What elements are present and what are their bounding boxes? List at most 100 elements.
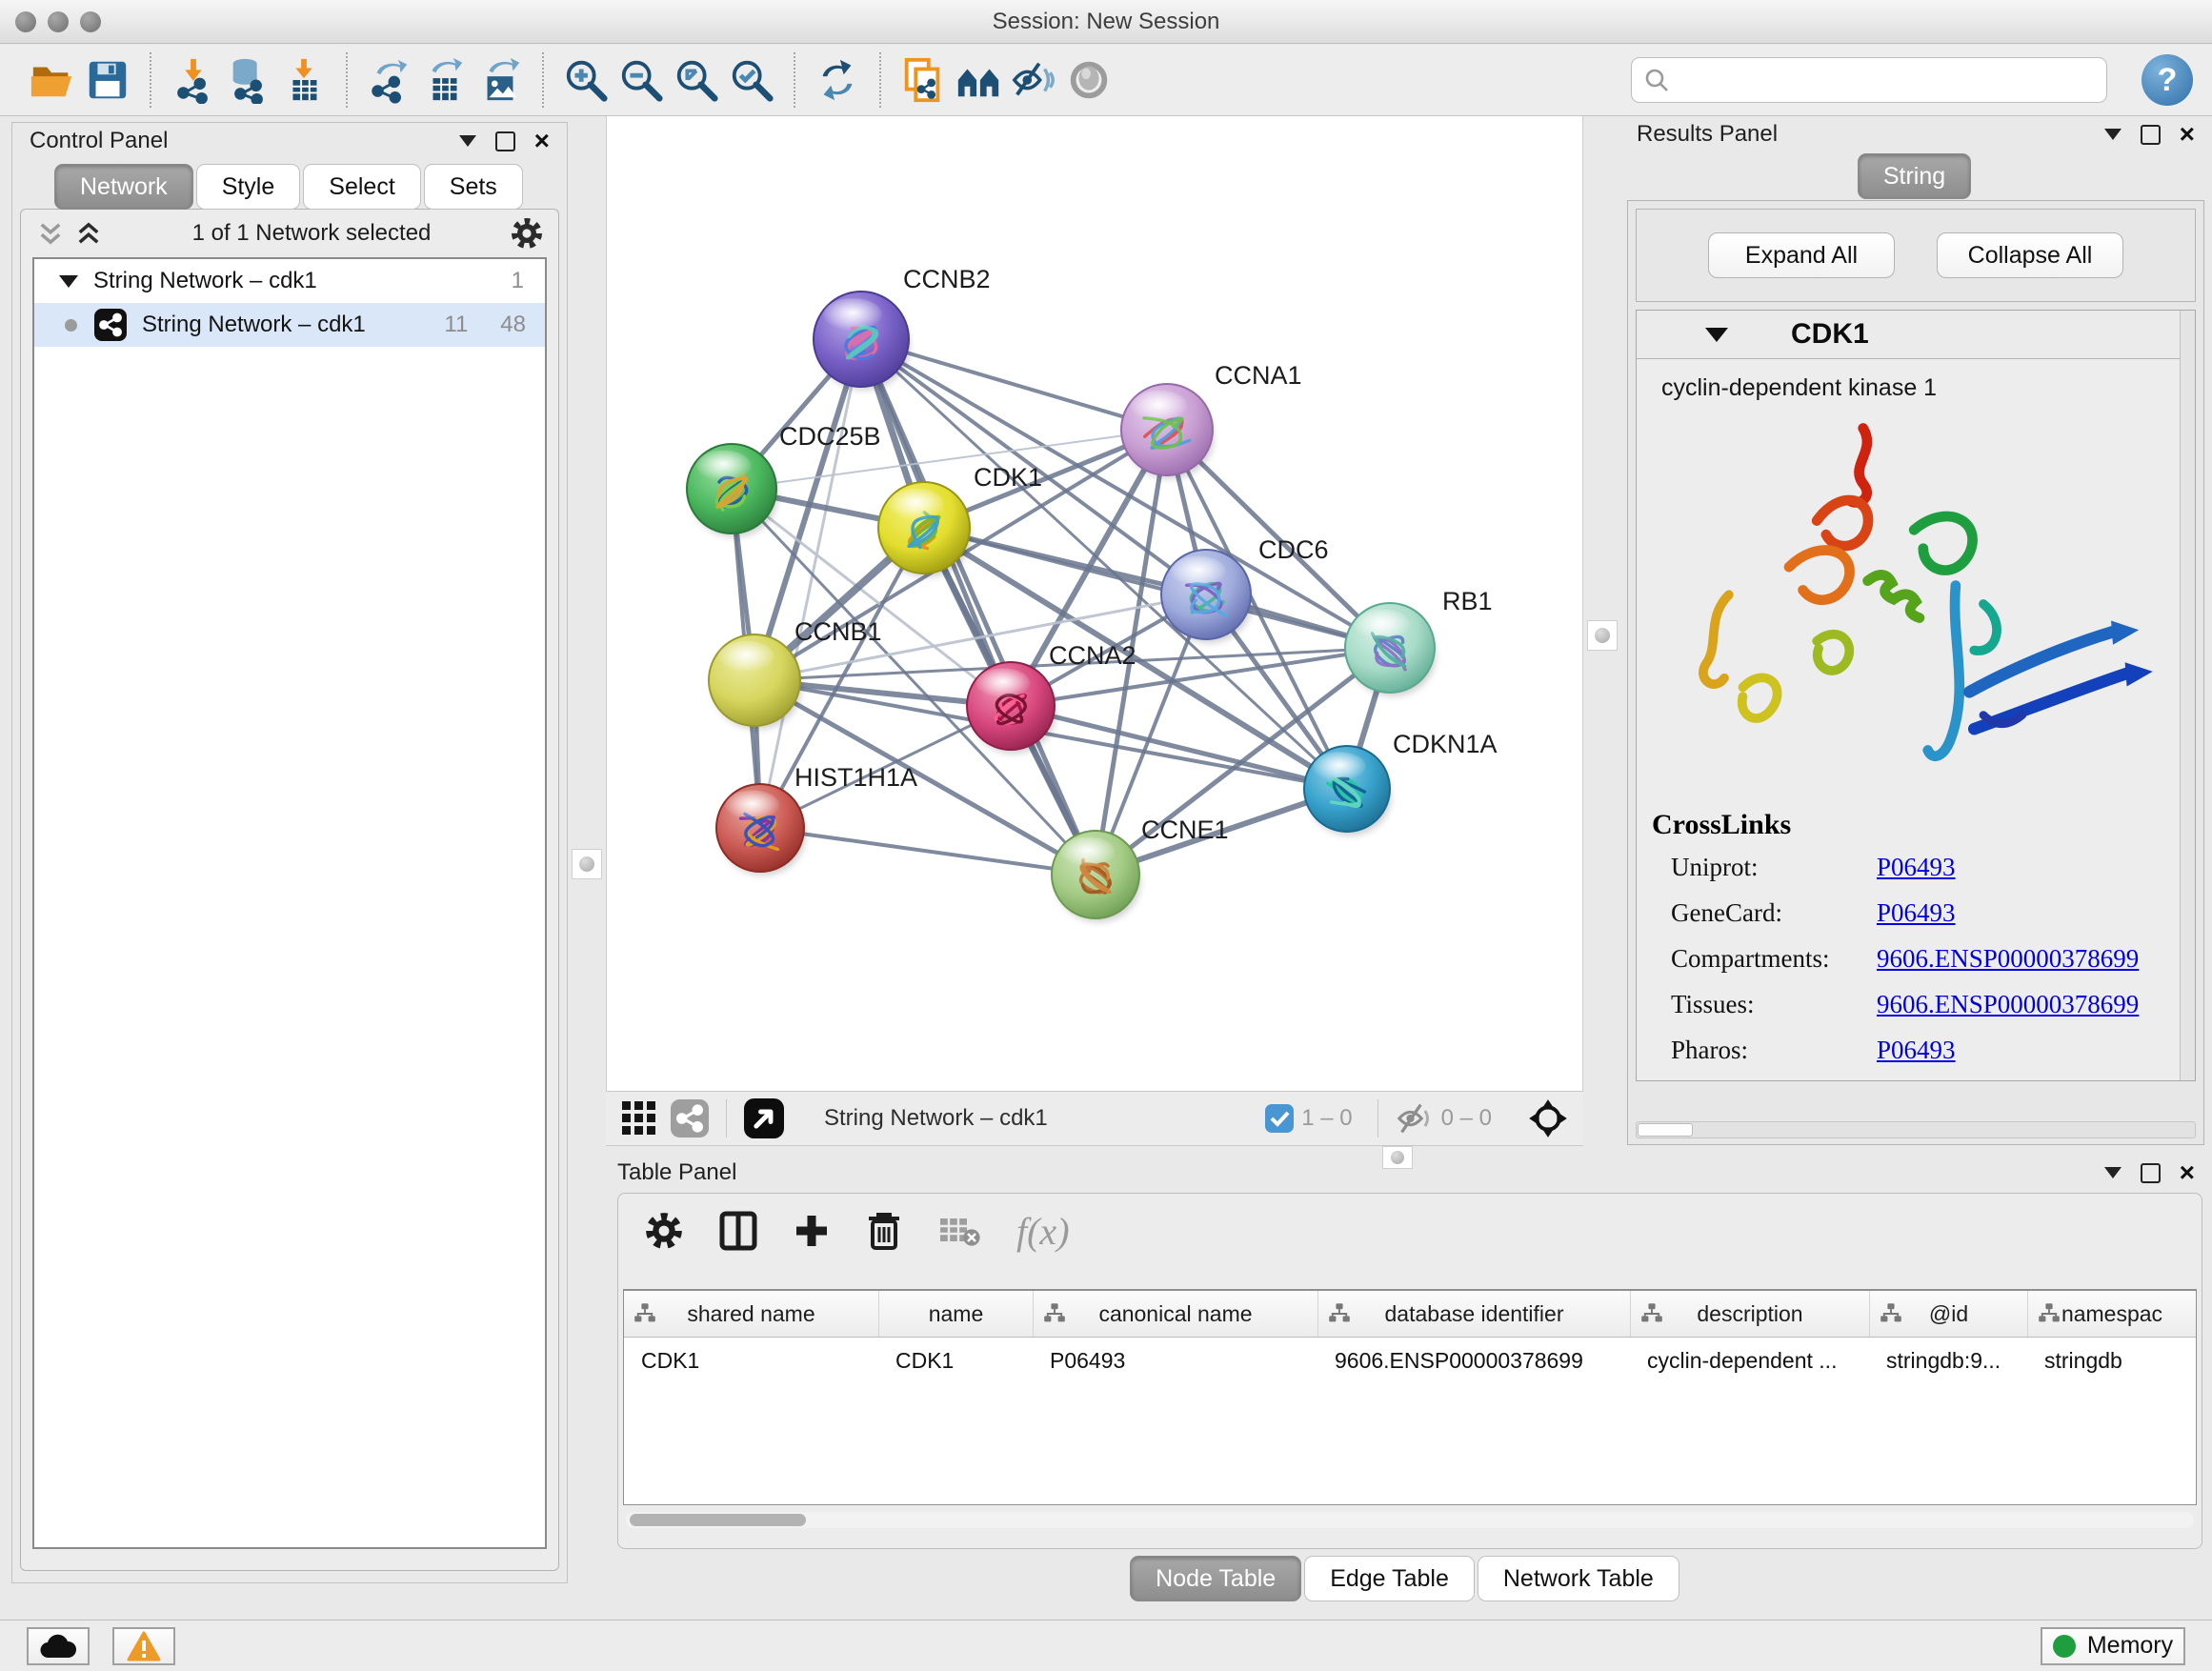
function-builder-button[interactable]: f(x): [1016, 1209, 1070, 1254]
column-header-name[interactable]: name: [878, 1291, 1033, 1337]
expand-all-icon[interactable]: [74, 219, 103, 248]
birdseye-button[interactable]: [744, 1098, 784, 1138]
window-minimize-button[interactable]: [48, 11, 69, 32]
help-button[interactable]: ?: [2142, 54, 2193, 106]
results-vertical-scrollbar[interactable]: [2180, 311, 2195, 1080]
hidden-eye-slash-icon[interactable]: [1396, 1101, 1434, 1136]
hide-panels-button[interactable]: [1006, 51, 1061, 109]
export-network-file-button[interactable]: [362, 51, 417, 109]
memory-button[interactable]: Memory: [2041, 1627, 2185, 1665]
string-network-graph[interactable]: CCNB2CCNA1CDC25BCDK1CDC6RB1CCNB1CCNA2CDK…: [607, 116, 1582, 1089]
delete-column-button[interactable]: [866, 1211, 902, 1251]
crosslink-link[interactable]: P06493: [1877, 853, 2195, 882]
column-header-shared-name[interactable]: shared name: [624, 1291, 878, 1337]
node-CDK1[interactable]: [878, 482, 971, 576]
node-HIST1H1A[interactable]: [716, 784, 805, 875]
tab-style[interactable]: Style: [196, 164, 301, 210]
clone-network-button[interactable]: [895, 51, 951, 109]
column-header-@id[interactable]: @id: [1869, 1291, 2027, 1337]
left-splitter-handle[interactable]: [572, 849, 602, 879]
panel-float-icon[interactable]: [495, 131, 515, 151]
status-bar: Memory: [0, 1620, 2212, 1671]
node-CDKN1A[interactable]: [1304, 746, 1391, 836]
crosslink-link[interactable]: P06493: [1877, 1036, 2195, 1065]
show-panels-button[interactable]: [1061, 51, 1116, 109]
tab-select[interactable]: Select: [303, 164, 420, 210]
show-columns-button[interactable]: [719, 1211, 757, 1251]
warnings-button[interactable]: [112, 1627, 175, 1665]
network-collection-row[interactable]: String Network – cdk1 1: [34, 259, 545, 303]
tab-sets[interactable]: Sets: [424, 164, 523, 210]
bottom-splitter-handle[interactable]: [1382, 1146, 1413, 1169]
edge-CCNB2-CCNE1[interactable]: [861, 339, 1096, 875]
tab-node-table[interactable]: Node Table: [1130, 1556, 1301, 1601]
tree-caret-icon[interactable]: [59, 275, 78, 288]
save-session-button[interactable]: [80, 51, 135, 109]
panel-float-icon[interactable]: [2141, 125, 2161, 145]
network-view-canvas[interactable]: CCNB2CCNA1CDC25BCDK1CDC6RB1CCNB1CCNA2CDK…: [606, 116, 1583, 1091]
apply-layout-button[interactable]: [810, 51, 865, 109]
node-RB1[interactable]: [1345, 603, 1436, 695]
crosslink-link[interactable]: P06493: [1877, 898, 2195, 928]
tab-network[interactable]: Network: [54, 164, 193, 210]
column-header-canonical-name[interactable]: canonical name: [1033, 1291, 1317, 1337]
right-splitter-handle[interactable]: [1587, 620, 1618, 651]
create-column-button[interactable]: [794, 1213, 830, 1249]
crosslink-link[interactable]: 9606.ENSP00000378699: [1877, 990, 2195, 1019]
cloud-icon: [39, 1633, 77, 1660]
panel-close-icon[interactable]: ×: [534, 131, 550, 151]
tab-edge-table[interactable]: Edge Table: [1304, 1556, 1475, 1601]
gene-entry-header[interactable]: CDK1: [1637, 311, 2195, 359]
collapse-all-icon[interactable]: [36, 219, 65, 248]
node-CCNB1[interactable]: [709, 634, 801, 729]
crosslink-link[interactable]: 9606.ENSP00000378699: [1877, 944, 2195, 974]
node-CCNA2[interactable]: [967, 662, 1056, 753]
tab-network-table[interactable]: Network Table: [1478, 1556, 1679, 1601]
zoom-in-button[interactable]: [558, 51, 613, 109]
scrollbar-thumb[interactable]: [1638, 1123, 1693, 1137]
network-view-mode-button[interactable]: [671, 1099, 709, 1137]
grid-view-button[interactable]: [621, 1100, 657, 1137]
panel-collapse-icon[interactable]: [459, 135, 476, 147]
node-CCNE1[interactable]: [1052, 831, 1140, 921]
panel-float-icon[interactable]: [2141, 1163, 2161, 1183]
panel-close-icon[interactable]: ×: [2180, 125, 2195, 144]
import-network-database-button[interactable]: [221, 51, 276, 109]
column-header-namespac[interactable]: namespac: [2027, 1291, 2196, 1337]
gear-icon[interactable]: [511, 217, 543, 250]
network-row-selected[interactable]: String Network – cdk1 11 48: [34, 303, 545, 347]
panel-collapse-icon[interactable]: [2104, 1167, 2122, 1178]
zoom-out-button[interactable]: [613, 51, 669, 109]
zoom-fit-button[interactable]: [669, 51, 724, 109]
edge-HIST1H1A-CCNE1[interactable]: [760, 828, 1096, 875]
cloud-status-button[interactable]: [27, 1627, 90, 1665]
import-table-file-button[interactable]: [276, 51, 332, 109]
open-session-button[interactable]: [25, 51, 80, 109]
panel-collapse-icon[interactable]: [2104, 129, 2122, 140]
network-edges[interactable]: [732, 339, 1390, 875]
collapse-all-button[interactable]: Collapse All: [1937, 232, 2123, 278]
node-CCNA1[interactable]: [1121, 384, 1214, 478]
table-settings-button[interactable]: [645, 1212, 683, 1250]
window-close-button[interactable]: [15, 11, 36, 32]
node-CDC25B[interactable]: [687, 444, 777, 536]
column-header-database-identifier[interactable]: database identifier: [1317, 1291, 1630, 1337]
table-row[interactable]: CDK1CDK1P064939606.ENSP00000378699cyclin…: [624, 1338, 2196, 1383]
column-header-description[interactable]: description: [1630, 1291, 1869, 1337]
scrollbar-thumb[interactable]: [630, 1514, 806, 1526]
delete-table-button[interactable]: [938, 1215, 980, 1247]
pan-mode-button[interactable]: [1528, 1098, 1568, 1138]
panel-close-icon[interactable]: ×: [2180, 1163, 2195, 1182]
zoom-selected-button[interactable]: [724, 51, 779, 109]
entry-caret-icon[interactable]: [1705, 328, 1728, 342]
tab-string[interactable]: String: [1858, 153, 1971, 199]
birdseye-toggle-button[interactable]: [951, 51, 1006, 109]
expand-all-button[interactable]: Expand All: [1708, 232, 1895, 278]
window-zoom-button[interactable]: [80, 11, 101, 32]
export-image-button[interactable]: [473, 51, 528, 109]
edge-CCNB2-HIST1H1A[interactable]: [760, 339, 861, 828]
search-input[interactable]: [1679, 60, 2106, 100]
import-network-file-button[interactable]: [166, 51, 221, 109]
selected-checkbox-icon[interactable]: [1265, 1104, 1294, 1133]
export-table-button[interactable]: [417, 51, 473, 109]
